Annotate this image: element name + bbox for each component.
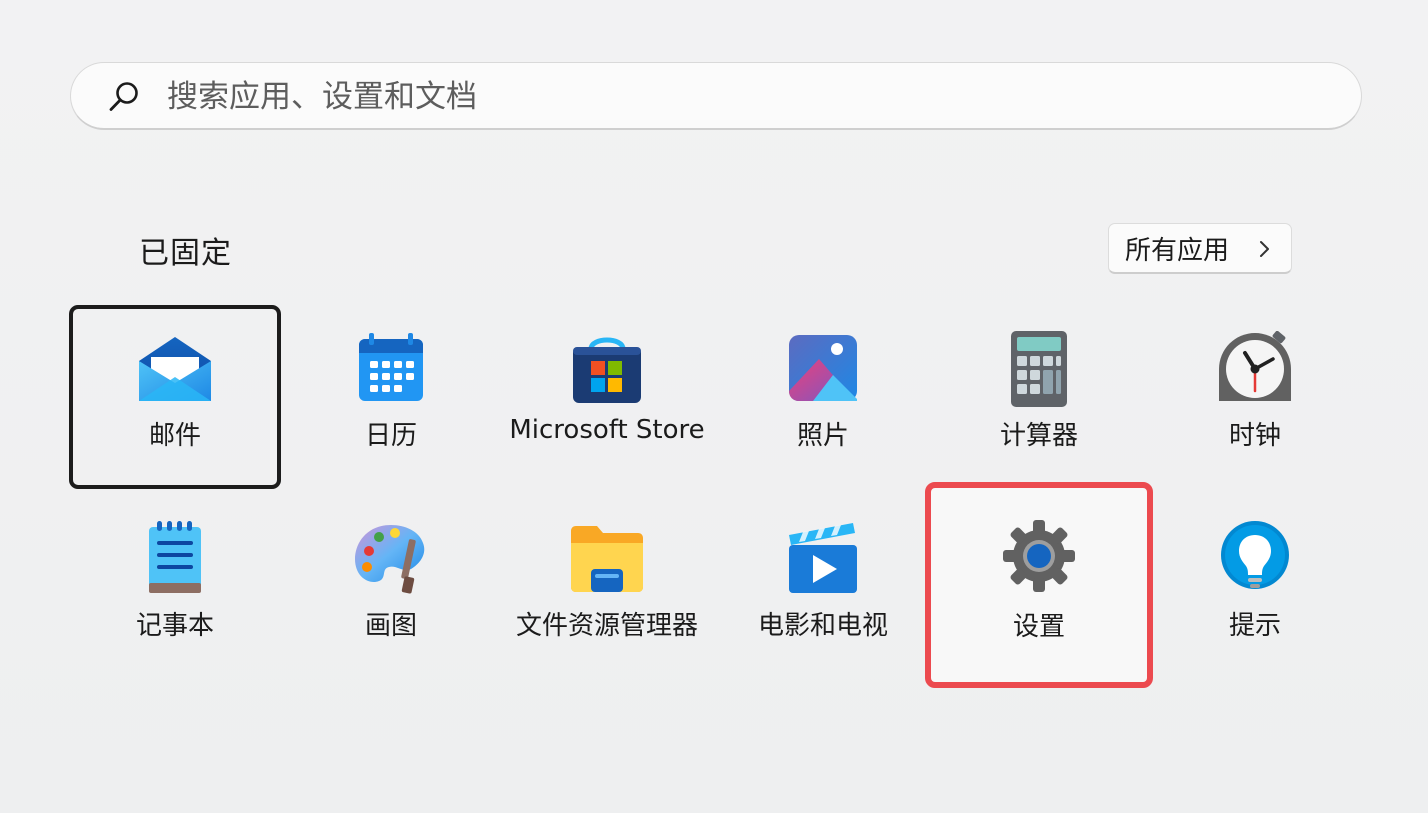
calendar-icon xyxy=(359,333,423,401)
all-apps-button[interactable]: 所有应用 xyxy=(1108,223,1292,274)
app-tile-movies-tv[interactable]: 电影和电视 xyxy=(717,495,929,679)
app-tile-notepad[interactable]: 记事本 xyxy=(69,495,281,679)
photos-icon xyxy=(789,335,857,401)
app-tile-microsoft-store[interactable]: Microsoft Store xyxy=(501,305,713,489)
paint-icon xyxy=(355,525,425,594)
app-tile-settings[interactable]: 设置 xyxy=(925,482,1153,688)
start-menu-panel: 已固定 所有应用 邮件 xyxy=(0,0,1428,813)
app-label: 时钟 xyxy=(1228,421,1281,451)
movies-tv-icon xyxy=(789,523,857,593)
mail-icon xyxy=(139,337,211,401)
app-label: 提示 xyxy=(1228,611,1281,641)
file-explorer-icon xyxy=(571,526,643,592)
chevron-right-icon xyxy=(1260,241,1269,257)
app-tile-paint[interactable]: 画图 xyxy=(285,495,497,679)
app-tile-tips[interactable]: 提示 xyxy=(1149,495,1361,679)
clock-icon xyxy=(1219,331,1291,401)
app-tile-calculator[interactable]: 计算器 xyxy=(933,305,1145,489)
all-apps-label: 所有应用 xyxy=(1125,235,1230,266)
app-tile-calendar[interactable]: 日历 xyxy=(285,305,497,489)
settings-gear-icon xyxy=(1003,520,1075,592)
app-tile-clock[interactable]: 时钟 xyxy=(1149,305,1361,489)
pinned-section-title: 已固定 xyxy=(139,236,232,271)
search-input[interactable] xyxy=(167,77,1317,117)
notepad-icon xyxy=(149,521,201,593)
microsoft-store-icon xyxy=(573,337,641,403)
search-bar[interactable] xyxy=(70,62,1362,130)
calculator-icon xyxy=(1011,331,1067,407)
search-icon xyxy=(109,82,138,111)
app-tile-photos[interactable]: 照片 xyxy=(717,305,929,489)
app-tile-file-explorer[interactable]: 文件资源管理器 xyxy=(501,495,713,679)
tips-icon xyxy=(1221,521,1289,589)
app-tile-mail[interactable]: 邮件 xyxy=(69,305,281,489)
